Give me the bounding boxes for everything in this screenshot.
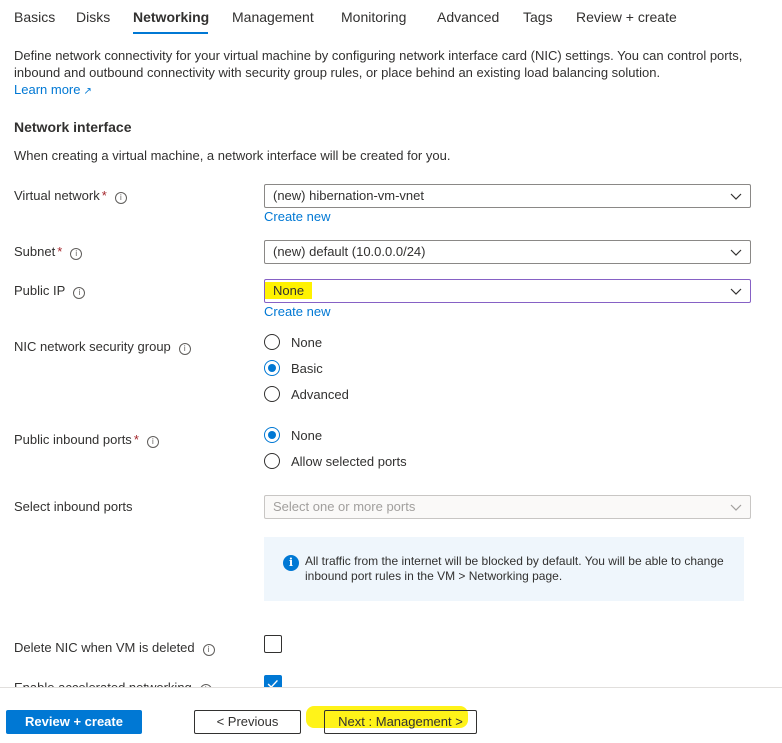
public-ip-dropdown[interactable]: None [264,279,751,303]
virtual-network-dropdown[interactable]: (new) hibernation-vm-vnet [264,184,751,208]
info-icon[interactable]: i [202,644,215,656]
required-marker: * [101,188,107,203]
external-link-icon: ↗ [83,86,92,97]
public-ip-create-new-link[interactable]: Create new [264,304,330,319]
delete-nic-label-text: Delete NIC when VM is deleted [14,640,195,655]
required-marker: * [57,244,63,259]
footer-bar: Review + create < Previous Next : Manage… [0,687,782,743]
select-inbound-ports-dropdown: Select one or more ports [264,495,751,519]
info-icon[interactable]: i [70,248,83,260]
review-create-button[interactable]: Review + create [6,710,142,734]
tab-advanced[interactable]: Advanced [437,9,499,25]
virtual-network-label: Virtual network * i [14,188,127,204]
active-tab-underline [133,32,208,34]
radio-label: None [291,335,323,350]
public-ip-value-wrap: None [265,282,313,299]
previous-button[interactable]: < Previous [194,710,301,734]
info-circle-icon: i [283,555,299,571]
networking-description: Define network connectivity for your vir… [14,48,743,80]
network-interface-subtitle: When creating a virtual machine, a netwo… [14,148,451,163]
tab-bar: Basics Disks Networking Management Monit… [0,0,782,36]
info-icon[interactable]: i [114,192,127,204]
chevron-down-icon [730,249,742,256]
info-icon[interactable]: i [178,343,191,355]
chevron-down-icon [730,193,742,200]
radio-label: Allow selected ports [291,454,407,469]
public-inbound-ports-label-text: Public inbound ports [14,432,132,447]
virtual-network-label-text: Virtual network [14,188,100,203]
tab-networking[interactable]: Networking [133,9,209,25]
chevron-down-icon [730,288,742,295]
tab-management[interactable]: Management [232,9,314,25]
radio-label: Advanced [291,387,349,402]
tab-basics[interactable]: Basics [14,9,55,25]
info-icon[interactable]: i [73,287,86,299]
info-message-text: All traffic from the internet will be bl… [305,554,724,583]
required-marker: * [133,432,139,447]
public-ip-label-text: Public IP [14,283,66,298]
subnet-label-text: Subnet [14,244,56,259]
radio-button[interactable] [264,334,280,350]
nic-nsg-label: NIC network security group i [14,339,191,355]
subnet-value: (new) default (10.0.0.0/24) [273,244,426,259]
subnet-label: Subnet * i [14,244,83,260]
radio-button[interactable] [264,386,280,402]
tab-tags[interactable]: Tags [523,9,553,25]
learn-more-link[interactable]: Learn more ↗ [14,82,92,97]
public-ip-label: Public IP i [14,283,86,299]
radio-button-selected[interactable] [264,427,280,443]
public-ip-value: None [265,282,313,299]
public-inbound-ports-label: Public inbound ports * i [14,432,159,448]
learn-more-label: Learn more [14,82,81,97]
tab-monitoring[interactable]: Monitoring [341,9,406,25]
radio-button[interactable] [264,453,280,469]
select-inbound-ports-placeholder: Select one or more ports [273,499,416,514]
subnet-dropdown[interactable]: (new) default (10.0.0.0/24) [264,240,751,264]
select-inbound-ports-label: Select inbound ports [14,499,133,514]
next-management-button[interactable]: Next : Management > [324,710,477,734]
nic-nsg-label-text: NIC network security group [14,339,171,354]
radio-label: None [291,428,323,443]
delete-nic-label: Delete NIC when VM is deleted i [14,640,215,656]
chevron-down-icon [730,504,742,511]
tab-disks[interactable]: Disks [76,9,110,25]
tab-review-create[interactable]: Review + create [576,9,677,25]
virtual-network-create-new-link[interactable]: Create new [264,209,330,224]
info-message-box: i All traffic from the internet will be … [264,537,744,601]
radio-label: Basic [291,361,323,376]
info-icon[interactable]: i [146,436,159,448]
radio-button-selected[interactable] [264,360,280,376]
virtual-network-value: (new) hibernation-vm-vnet [273,188,425,203]
network-interface-heading: Network interface [14,119,132,135]
delete-nic-checkbox[interactable] [264,635,282,653]
